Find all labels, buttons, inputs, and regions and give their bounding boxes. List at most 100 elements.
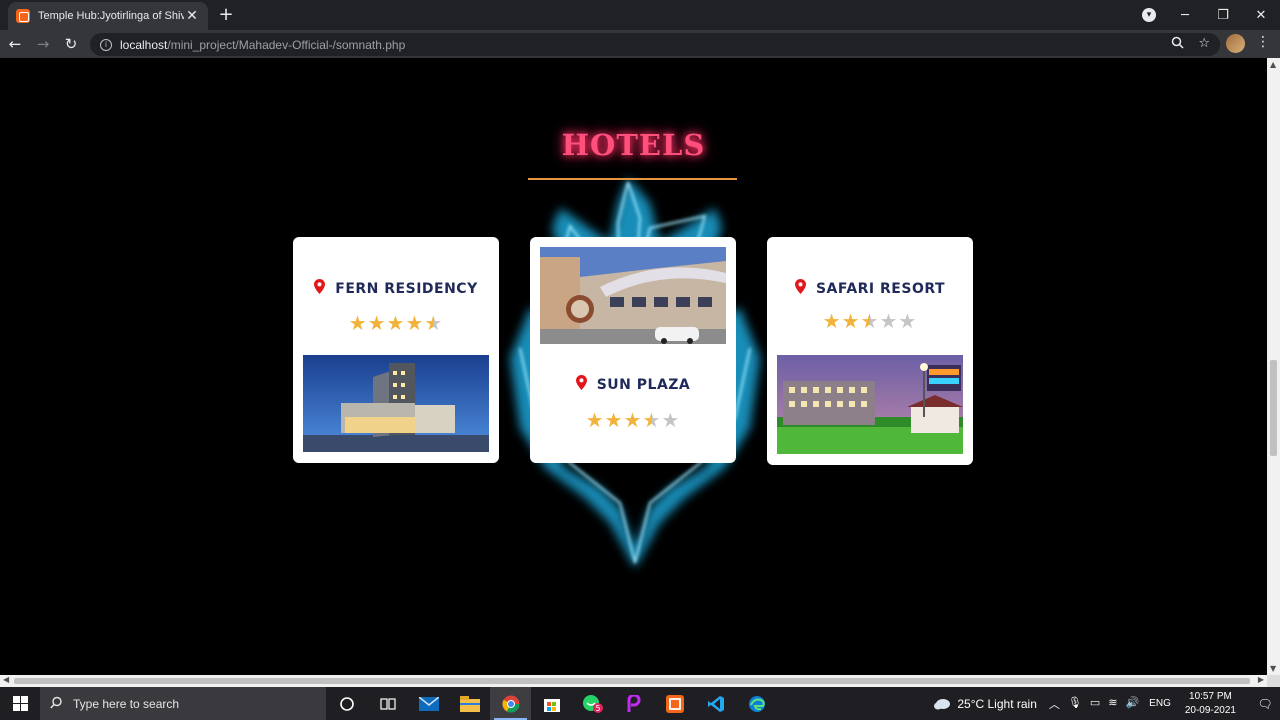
star-half-icon: ★ <box>642 408 662 432</box>
star-full-icon: ★ <box>348 311 368 335</box>
star-full-icon: ★ <box>585 408 605 432</box>
hotel-photo <box>540 247 726 344</box>
windows-start-icon[interactable] <box>0 687 40 720</box>
forward-arrow-icon[interactable]: → <box>30 35 56 53</box>
whatsapp-badge: 5 <box>595 704 600 713</box>
mail-app-icon[interactable] <box>408 687 449 720</box>
star-full-icon: ★ <box>604 408 624 432</box>
file-explorer-icon[interactable] <box>449 687 490 720</box>
tab-search-icon[interactable]: ▾ <box>1142 8 1156 22</box>
hotels-heading: HOTELS <box>561 128 706 162</box>
scroll-left-arrow-icon[interactable]: ◀ <box>3 675 9 684</box>
profile-avatar[interactable] <box>1226 34 1245 53</box>
clock[interactable]: 10:57 PM 20-09-2021 <box>1185 690 1236 718</box>
hotel-name-row: FERN RESIDENCY <box>293 279 499 297</box>
maximize-icon[interactable]: ❐ <box>1204 8 1242 23</box>
star-full-icon: ★ <box>623 408 643 432</box>
taskbar-search-box[interactable]: Type here to search <box>40 687 326 720</box>
browser-tab-bar: Temple Hub:Jyotirlinga of Shiva ✕ + ▾ ─ … <box>0 0 1280 30</box>
scroll-down-arrow-icon[interactable]: ▼ <box>1270 664 1276 673</box>
notification-center-icon[interactable]: 🗨 <box>1250 697 1280 711</box>
tray-icons: ︿ 🎙 ▭ ≋ 🔊 <box>1049 696 1139 712</box>
hotel-card-sun-plaza[interactable]: SUN PLAZA ★★★★★ <box>530 237 736 463</box>
battery-icon[interactable]: ▭ <box>1090 696 1100 712</box>
star-half-icon: ★ <box>424 311 444 335</box>
picsart-app-icon[interactable] <box>613 687 654 720</box>
scroll-right-arrow-icon[interactable]: ▶ <box>1258 675 1264 684</box>
star-full-icon: ★ <box>841 309 861 333</box>
hotel-card-safari-resort[interactable]: SAFARI RESORT ★★★★★ <box>767 237 973 465</box>
volume-icon[interactable]: 🔊 <box>1125 696 1139 712</box>
xampp-favicon-icon <box>16 9 30 23</box>
horizontal-scrollbar[interactable]: ◀ ▶ <box>0 675 1267 687</box>
rating-stars: ★★★★★ <box>293 312 499 334</box>
vertical-scroll-thumb[interactable] <box>1270 360 1277 456</box>
minimize-icon[interactable]: ─ <box>1166 8 1204 23</box>
address-bar[interactable]: i localhost/mini_project/Mahadev-Officia… <box>90 33 1220 56</box>
site-info-icon[interactable]: i <box>100 38 112 51</box>
chrome-app-icon[interactable] <box>490 687 531 720</box>
wifi-icon[interactable]: ≋ <box>1108 696 1117 712</box>
browser-tab[interactable]: Temple Hub:Jyotirlinga of Shiva ✕ <box>8 2 208 30</box>
hotel-name: FERN RESIDENCY <box>335 281 478 297</box>
language-indicator[interactable]: ENG <box>1149 698 1171 709</box>
heading-underline <box>528 178 737 180</box>
xampp-app-icon[interactable] <box>654 687 695 720</box>
back-arrow-icon[interactable]: ← <box>2 35 28 53</box>
hotel-photo <box>777 355 963 454</box>
vscode-app-icon[interactable] <box>695 687 736 720</box>
rating-stars: ★★★★★ <box>530 409 736 431</box>
location-pin-icon <box>575 375 587 390</box>
star-half-icon: ★ <box>860 309 880 333</box>
star-full-icon: ★ <box>367 311 387 335</box>
location-pin-icon <box>314 279 326 294</box>
hotel-photo <box>303 355 489 452</box>
star-empty-icon: ★ <box>879 309 899 333</box>
star-full-icon: ★ <box>386 311 406 335</box>
star-empty-icon: ★ <box>898 309 918 333</box>
task-view-icon[interactable] <box>367 687 408 720</box>
windows-taskbar: Type here to search 5 25°C Light rain ︿ … <box>0 687 1280 720</box>
location-pin-icon <box>794 279 806 294</box>
microphone-icon[interactable]: 🎙 <box>1068 696 1082 712</box>
vertical-scrollbar[interactable]: ▲ ▼ <box>1267 58 1280 675</box>
hotel-name-row: SAFARI RESORT <box>767 279 973 297</box>
menu-kebab-icon[interactable]: ⋮ <box>1256 34 1270 50</box>
url-path: /mini_project/Mahadev-Official-/somnath.… <box>167 37 406 52</box>
new-tab-button[interactable]: + <box>216 4 236 25</box>
whatsapp-app-icon[interactable]: 5 <box>572 687 613 720</box>
window-controls: ─ ❐ ✕ <box>1166 0 1280 30</box>
hotel-card-fern-residency[interactable]: FERN RESIDENCY ★★★★★ <box>293 237 499 463</box>
search-placeholder: Type here to search <box>73 696 180 711</box>
close-window-icon[interactable]: ✕ <box>1242 8 1280 23</box>
chevron-up-icon[interactable]: ︿ <box>1049 696 1060 712</box>
star-empty-icon: ★ <box>661 408 681 432</box>
zoom-icon[interactable] <box>1171 36 1184 53</box>
tab-title: Temple Hub:Jyotirlinga of Shiva <box>38 10 184 22</box>
star-full-icon: ★ <box>405 311 425 335</box>
tab-close-icon[interactable]: ✕ <box>184 8 200 24</box>
bookmark-star-icon[interactable]: ☆ <box>1198 36 1210 53</box>
cortana-icon[interactable] <box>326 687 367 720</box>
cloud-rain-icon <box>934 698 951 709</box>
store-app-icon[interactable] <box>531 687 572 720</box>
hotel-name: SUN PLAZA <box>596 377 691 393</box>
horizontal-scroll-thumb[interactable] <box>14 678 1250 684</box>
edge-app-icon[interactable] <box>736 687 777 720</box>
page-viewport: HOTELS FERN RESIDENCY ★★★★★ SUN PLAZA ★★… <box>0 58 1267 675</box>
system-tray: 25°C Light rain ︿ 🎙 ▭ ≋ 🔊 ENG 10:57 PM 2… <box>933 687 1280 720</box>
hotel-name: SAFARI RESORT <box>815 281 946 297</box>
omnibox-actions: ☆ <box>1171 36 1210 53</box>
hotel-name-row: SUN PLAZA <box>530 375 736 393</box>
clock-date: 20-09-2021 <box>1184 704 1236 716</box>
weather-text: 25°C Light rain <box>957 696 1037 711</box>
weather-widget[interactable]: 25°C Light rain <box>933 697 1037 711</box>
url-host: localhost <box>120 37 168 52</box>
clock-time: 10:57 PM <box>1189 690 1232 702</box>
scroll-up-arrow-icon[interactable]: ▲ <box>1270 60 1276 69</box>
scrollbar-corner <box>1267 675 1280 687</box>
rating-stars: ★★★★★ <box>767 310 973 332</box>
star-full-icon: ★ <box>822 309 842 333</box>
search-icon <box>50 696 63 712</box>
reload-icon[interactable]: ↻ <box>58 35 84 53</box>
